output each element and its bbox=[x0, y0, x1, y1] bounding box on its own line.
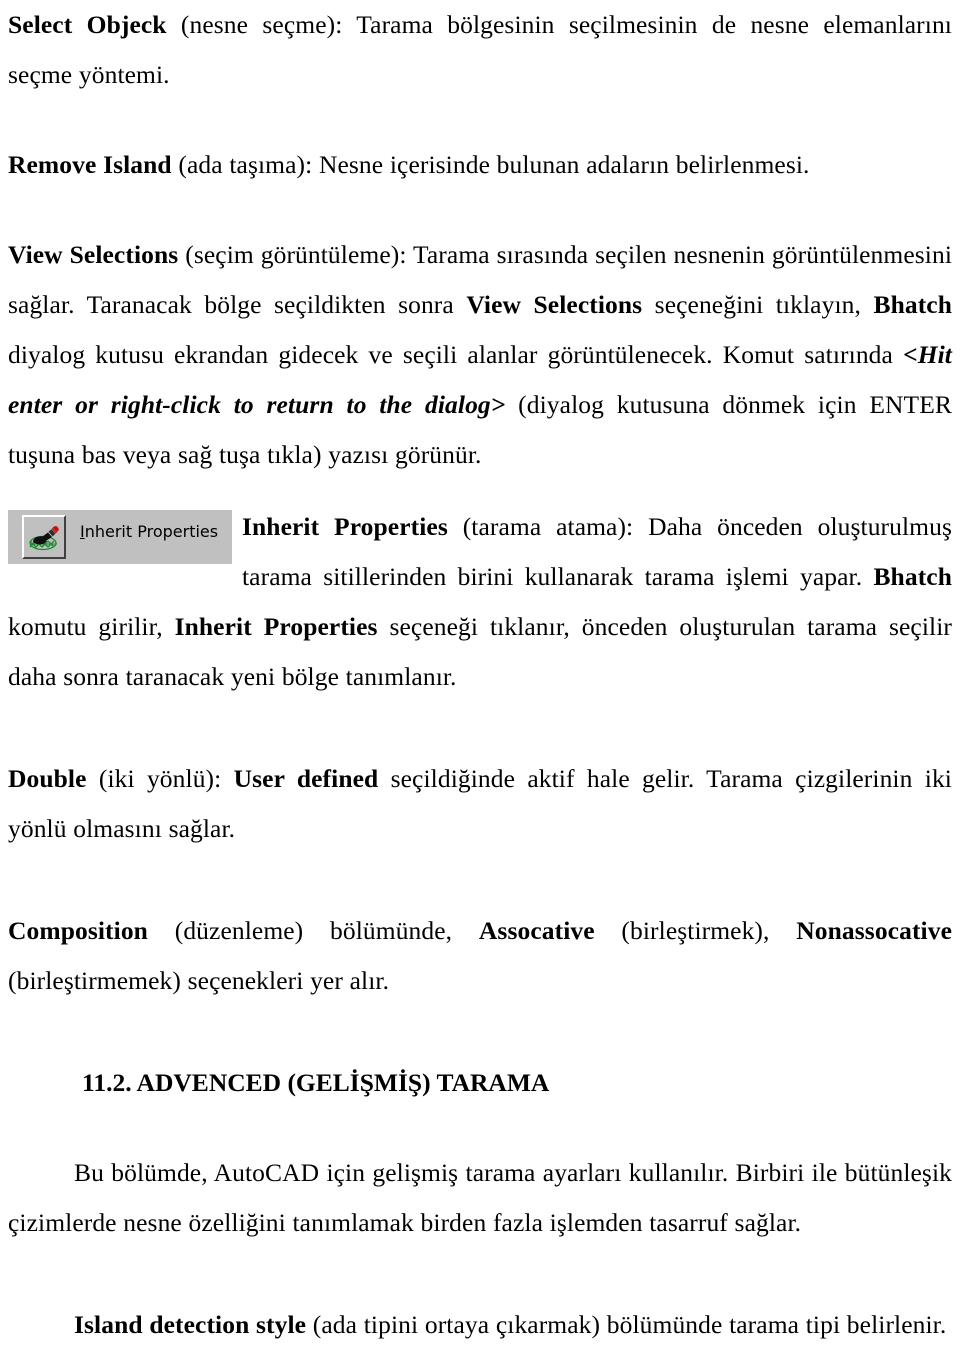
inherit-properties-button[interactable] bbox=[22, 515, 66, 559]
paintbrush-hatch-icon bbox=[29, 525, 59, 551]
paragraph-remove-island-body: (ada taşıma): Nesne içerisinde bulunan a… bbox=[171, 150, 810, 179]
section-heading-advenced-tarama: 11.2. ADVENCED (GELİŞMİŞ) TARAMA bbox=[82, 1068, 550, 1097]
composition-part-3: (birleştirmemek) seçenekleri yer alır. bbox=[8, 966, 390, 995]
paragraph-view-selections: View Selections (seçim görüntüleme): Tar… bbox=[8, 230, 952, 480]
inherit-properties-toolbar-widget[interactable]: Inherit Properties bbox=[8, 510, 232, 564]
paragraph-double: Double (iki yönlü): User defined seçildi… bbox=[8, 754, 952, 854]
term-assocative: Assocative bbox=[478, 916, 595, 945]
double-part-1: (iki yönlü): bbox=[86, 764, 234, 793]
inherit-properties-block: Inherit Properties Inherit Properties (t… bbox=[8, 502, 952, 702]
term-bhatch: Bhatch bbox=[873, 290, 953, 319]
paragraph-advenced-body: Bu bölümde, AutoCAD için gelişmiş tarama… bbox=[8, 1148, 952, 1248]
inherit-properties-part-2: komutu girilir, bbox=[8, 612, 175, 641]
term-island-detection-style: Island detection style bbox=[74, 1310, 307, 1339]
term-inherit-properties: Inherit Properties bbox=[242, 512, 448, 541]
paragraph-select-objeck: Select Objeck (nesne seçme): Tarama bölg… bbox=[8, 0, 952, 100]
composition-part-1: (düzenleme) bölümünde, bbox=[147, 916, 479, 945]
term-inherit-properties-2: Inherit Properties bbox=[174, 612, 378, 641]
composition-part-2: (birleştirmek), bbox=[594, 916, 797, 945]
term-remove-island: Remove Island bbox=[8, 150, 172, 179]
term-double: Double bbox=[8, 764, 87, 793]
document-page: Select Objeck (nesne seçme): Tarama bölg… bbox=[0, 0, 960, 1352]
term-user-defined: User defined bbox=[233, 764, 379, 793]
view-selections-part-3: diyalog kutusu ekrandan gidecek ve seçil… bbox=[8, 340, 904, 369]
term-nonassocative: Nonassocative bbox=[796, 916, 952, 945]
term-bhatch-2: Bhatch bbox=[873, 562, 952, 591]
paragraph-composition: Composition (düzenleme) bölümünde, Assoc… bbox=[8, 906, 952, 1006]
island-detection-body: (ada tipini ortaya çıkarmak) bölümünde t… bbox=[306, 1310, 947, 1339]
paragraph-island-detection: Island detection style (ada tipini ortay… bbox=[8, 1300, 952, 1350]
widget-label-rest: nherit Properties bbox=[84, 522, 219, 541]
view-selections-part-2: seçeneğini tıklayın, bbox=[642, 290, 874, 319]
term-view-selections: View Selections bbox=[8, 240, 179, 269]
term-view-selections-2: View Selections bbox=[466, 290, 643, 319]
inherit-properties-widget-label: Inherit Properties bbox=[80, 523, 218, 541]
term-composition: Composition bbox=[8, 916, 148, 945]
advenced-body-text: Bu bölümde, AutoCAD için gelişmiş tarama… bbox=[8, 1158, 952, 1237]
paragraph-remove-island: Remove Island (ada taşıma): Nesne içeris… bbox=[8, 140, 952, 190]
term-select-objeck: Select Objeck bbox=[8, 10, 167, 39]
